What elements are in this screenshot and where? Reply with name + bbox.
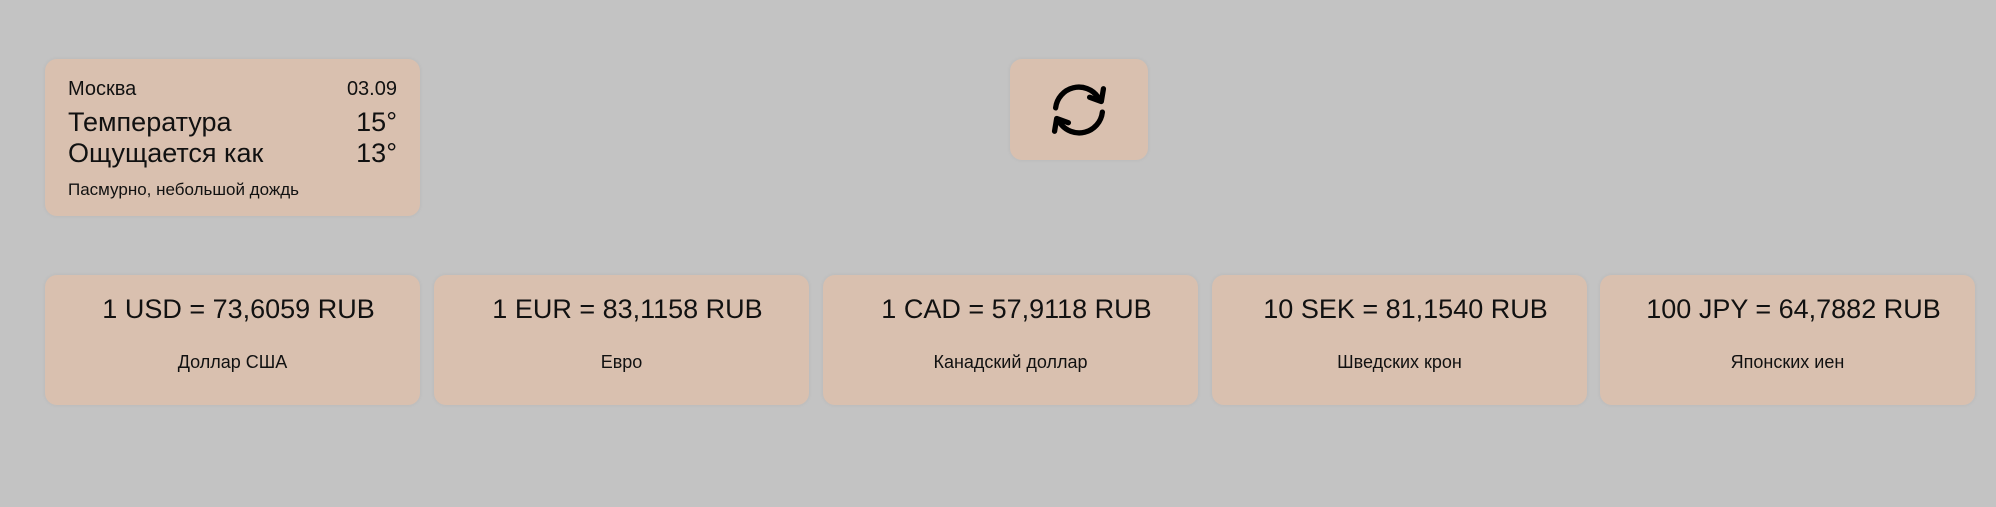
temperature-row: Температура 15° (68, 107, 397, 138)
currency-name: Доллар США (177, 352, 288, 372)
currency-rate: 100 JPY = 64,7882 RUB (1646, 294, 1941, 324)
currency-rate: 1 USD = 73,6059 RUB (102, 294, 375, 324)
currency-card-usd: 1 USD = 73,6059 RUB Доллар США (45, 275, 420, 405)
currency-name: Канадский доллар (933, 352, 1088, 372)
feels-like-row: Ощущается как 13° (68, 138, 397, 169)
currency-rate: 10 SEK = 81,1540 RUB (1263, 294, 1548, 324)
currency-card-eur: 1 EUR = 83,1158 RUB Евро (434, 275, 809, 405)
refresh-icon (1051, 83, 1107, 136)
weather-date: 03.09 (346, 78, 397, 100)
weather-header: Москва 03.09 (68, 77, 397, 101)
weather-card: Москва 03.09 Температура 15° Ощущается к… (45, 59, 420, 216)
currency-card-jpy: 100 JPY = 64,7882 RUB Японских иен (1600, 275, 1975, 405)
currency-rate: 1 EUR = 83,1158 RUB (492, 294, 763, 324)
weather-city: Москва (68, 78, 137, 100)
currency-card-sek: 10 SEK = 81,1540 RUB Шведских крон (1212, 275, 1587, 405)
feels-like-label: Ощущается как (68, 138, 264, 168)
currency-card-cad: 1 CAD = 57,9118 RUB Канадский доллар (823, 275, 1198, 405)
temperature-value: 15° (356, 107, 397, 137)
refresh-button[interactable] (1010, 59, 1148, 160)
temperature-label: Температура (68, 107, 232, 137)
currency-name: Японских иен (1730, 352, 1845, 372)
weather-description: Пасмурно, небольшой дождь (68, 180, 299, 199)
feels-like-value: 13° (356, 138, 397, 168)
currency-name: Евро (600, 352, 643, 372)
currency-rate: 1 CAD = 57,9118 RUB (881, 294, 1152, 324)
currency-name: Шведских крон (1337, 352, 1462, 372)
